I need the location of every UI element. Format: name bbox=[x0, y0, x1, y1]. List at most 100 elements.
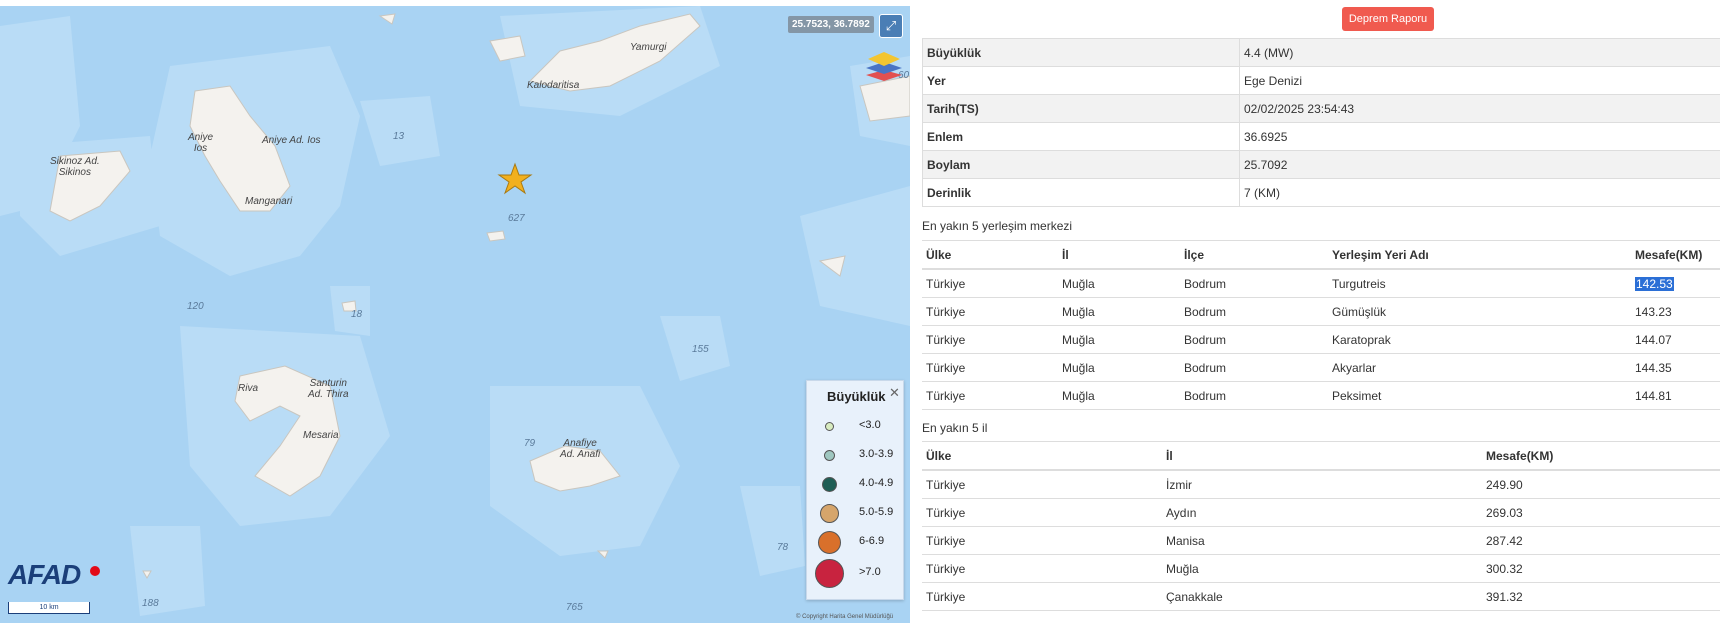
provinces-title: En yakın 5 il bbox=[922, 421, 988, 435]
legend-label: 5.0-5.9 bbox=[859, 506, 894, 518]
table-cell: Turgutreis bbox=[1328, 269, 1631, 298]
legend-label: >7.0 bbox=[859, 566, 881, 578]
info-row: Derinlik 7 (KM) bbox=[922, 178, 1720, 207]
info-row: Enlem 36.6925 bbox=[922, 122, 1720, 151]
table-cell: 300.32 bbox=[1482, 554, 1720, 583]
table-cell: Muğla bbox=[1058, 353, 1180, 382]
table-cell: Gümüşlük bbox=[1328, 297, 1631, 326]
flag-icon bbox=[90, 566, 100, 576]
table-cell: Türkiye bbox=[922, 297, 1058, 326]
table-cell: Türkiye bbox=[922, 269, 1058, 298]
report-button[interactable]: Deprem Raporu bbox=[1342, 7, 1434, 31]
column-header: Ülke bbox=[922, 441, 1162, 471]
place-label-santurin: Santurin Ad. Thira bbox=[308, 378, 349, 400]
place-label-riva: Riva bbox=[238, 383, 259, 394]
table-cell: Türkiye bbox=[922, 582, 1162, 611]
expand-icon[interactable]: ⤢ bbox=[879, 14, 903, 38]
settlements-table: Ülke İl İlçe Yerleşim Yeri Adı Mesafe(KM… bbox=[922, 240, 1720, 410]
info-value: 36.6925 bbox=[1239, 122, 1720, 151]
afad-logo: AFAD bbox=[8, 559, 81, 590]
table-row: Türkiye Muğla Bodrum Akyarlar 144.35 bbox=[922, 353, 1720, 382]
legend-item: 4.0-4.9 bbox=[807, 471, 903, 497]
legend-item: >7.0 bbox=[807, 559, 903, 588]
table-cell: 144.35 bbox=[1631, 353, 1720, 382]
legend-label: 3.0-3.9 bbox=[859, 448, 894, 460]
table-cell: Türkiye bbox=[922, 498, 1162, 527]
magnitude-legend: Büyüklük ✕ <3.0 3.0-3.9 4.0-4.9 5.0-5.9 … bbox=[806, 380, 904, 600]
info-label: Derinlik bbox=[922, 178, 1240, 207]
table-cell: 391.32 bbox=[1482, 582, 1720, 611]
details-panel: Deprem Raporu Büyüklük 4.4 (MW) Yer Ege De… bbox=[922, 0, 1720, 633]
table-cell: 287.42 bbox=[1482, 526, 1720, 555]
column-header: İl bbox=[1058, 240, 1180, 270]
table-header-row: Ülke İl İlçe Yerleşim Yeri Adı Mesafe(KM… bbox=[922, 240, 1720, 270]
info-row: Boylam 25.7092 bbox=[922, 150, 1720, 179]
place-label-mesaria: Mesaria bbox=[303, 430, 339, 441]
info-row: Yer Ege Denizi bbox=[922, 66, 1720, 95]
depth-label: 627 bbox=[508, 213, 525, 224]
table-cell: Muğla bbox=[1162, 554, 1482, 583]
place-label-aniye-ad: Aniye Ad. Ios bbox=[262, 135, 321, 146]
table-cell: Çanakkale bbox=[1162, 582, 1482, 611]
depth-label: 155 bbox=[692, 344, 709, 355]
place-label-kalodaritisa: Kalodaritisa bbox=[527, 80, 580, 91]
map-base bbox=[0, 6, 910, 616]
legend-dot bbox=[815, 559, 844, 588]
table-row: Türkiye Manisa 287.42 bbox=[922, 526, 1720, 555]
table-cell: Muğla bbox=[1058, 381, 1180, 410]
layers-icon[interactable] bbox=[864, 48, 904, 82]
table-cell: 144.07 bbox=[1631, 325, 1720, 354]
table-row: Türkiye Muğla Bodrum Gümüşlük 143.23 bbox=[922, 297, 1720, 326]
legend-dot bbox=[825, 422, 834, 431]
table-cell: Türkiye bbox=[922, 554, 1162, 583]
info-value: Ege Denizi bbox=[1239, 66, 1720, 95]
copyright-text: © Copyright Harita Genel Müdürlüğü bbox=[796, 614, 894, 620]
info-row: Büyüklük 4.4 (MW) bbox=[922, 38, 1720, 67]
table-row: Türkiye Muğla 300.32 bbox=[922, 554, 1720, 583]
legend-label: 6-6.9 bbox=[859, 535, 885, 547]
info-label: Büyüklük bbox=[922, 38, 1240, 67]
table-cell: Manisa bbox=[1162, 526, 1482, 555]
table-cell: 144.81 bbox=[1631, 381, 1720, 410]
table-row: Türkiye İzmir 249.90 bbox=[922, 470, 1720, 499]
legend-dot bbox=[818, 531, 841, 554]
column-header: Mesafe(KM) bbox=[1631, 240, 1720, 270]
table-cell: Türkiye bbox=[922, 526, 1162, 555]
table-cell: Bodrum bbox=[1180, 381, 1328, 410]
place-label-aniye: Aniye Ios bbox=[188, 132, 214, 154]
column-header: İlçe bbox=[1180, 240, 1328, 270]
legend-dot bbox=[824, 450, 835, 461]
table-cell: Muğla bbox=[1058, 325, 1180, 354]
info-value: 02/02/2025 23:54:43 bbox=[1239, 94, 1720, 123]
table-cell: Türkiye bbox=[922, 381, 1058, 410]
map-view[interactable]: Sikinoz Ad. Sikinos Aniye Ios Aniye Ad. … bbox=[0, 6, 910, 623]
legend-item: 3.0-3.9 bbox=[807, 442, 903, 468]
close-icon[interactable]: ✕ bbox=[889, 385, 900, 401]
table-row: Türkiye Çanakkale 391.32 bbox=[922, 582, 1720, 611]
legend-item: 6-6.9 bbox=[807, 529, 903, 555]
table-cell: Bodrum bbox=[1180, 269, 1328, 298]
selected-text[interactable]: 142.53 bbox=[1635, 276, 1674, 291]
place-label-yamurgi: Yamurgi bbox=[630, 42, 667, 53]
table-cell: İzmir bbox=[1162, 470, 1482, 499]
table-row: Türkiye Aydın 269.03 bbox=[922, 498, 1720, 527]
place-label-sikinos: Sikinoz Ad. Sikinos bbox=[50, 156, 100, 178]
table-header-row: Ülke İl Mesafe(KM) bbox=[922, 441, 1720, 471]
place-label-anafiye: Anafiye Ad. Anafi bbox=[560, 438, 601, 460]
table-cell: Bodrum bbox=[1180, 297, 1328, 326]
legend-item: <3.0 bbox=[807, 413, 903, 439]
info-value: 4.4 (MW) bbox=[1239, 38, 1720, 67]
table-cell: 249.90 bbox=[1482, 470, 1720, 499]
table-cell: Türkiye bbox=[922, 353, 1058, 382]
info-label: Boylam bbox=[922, 150, 1240, 179]
place-label-manganari: Manganari bbox=[245, 196, 293, 207]
depth-label: 79 bbox=[524, 438, 536, 449]
column-header: İl bbox=[1162, 441, 1482, 471]
table-row: Türkiye Muğla Bodrum Peksimet 144.81 bbox=[922, 381, 1720, 410]
legend-item: 5.0-5.9 bbox=[807, 500, 903, 526]
settlements-title: En yakın 5 yerleşim merkezi bbox=[922, 219, 1073, 233]
depth-label: 765 bbox=[566, 602, 583, 613]
table-cell: Muğla bbox=[1058, 297, 1180, 326]
table-cell: Karatoprak bbox=[1328, 325, 1631, 354]
event-info-table: Büyüklük 4.4 (MW) Yer Ege Denizi Tarih(TS)… bbox=[922, 38, 1720, 207]
